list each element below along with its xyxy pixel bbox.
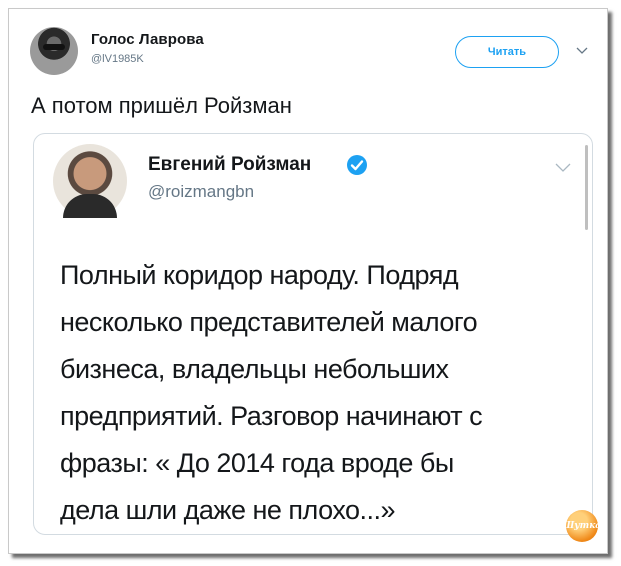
quoted-text-line: фразы: « До 2014 года вроде бы — [60, 448, 454, 478]
quoted-text-line: предприятий. Разговор начинают с — [60, 401, 483, 431]
quoted-text-line: несколько представителей малого — [60, 307, 478, 337]
watermark-logo: Шутка — [563, 510, 601, 542]
verified-badge-icon — [347, 155, 367, 175]
avatar-shirt — [63, 194, 117, 218]
quoted-author-handle[interactable]: @roizmangbn — [148, 182, 254, 202]
tweet-text: А потом пришёл Ройзман — [31, 93, 292, 118]
chevron-down-icon[interactable] — [576, 47, 588, 55]
quoted-author-name[interactable]: Евгений Ройзман — [148, 154, 311, 176]
avatar-glasses — [43, 44, 65, 50]
scrollbar[interactable] — [585, 145, 588, 230]
quoted-tweet-text: Полный коридор народу. Подряд несколько … — [60, 252, 580, 534]
follow-button[interactable]: Читать — [455, 36, 559, 68]
quoted-text-line: бизнеса, владельцы небольших — [60, 354, 449, 384]
quoted-chevron-down-icon[interactable] — [555, 163, 571, 173]
author-name[interactable]: Голос Лаврова — [91, 31, 204, 48]
quoted-author-avatar[interactable] — [53, 144, 127, 218]
author-handle[interactable]: @lV1985K — [91, 53, 144, 65]
author-avatar[interactable] — [30, 27, 78, 75]
quoted-text-line: Полный коридор народу. Подряд — [60, 260, 459, 290]
quoted-text-line: дела шли даже не плохо...» — [60, 495, 396, 525]
